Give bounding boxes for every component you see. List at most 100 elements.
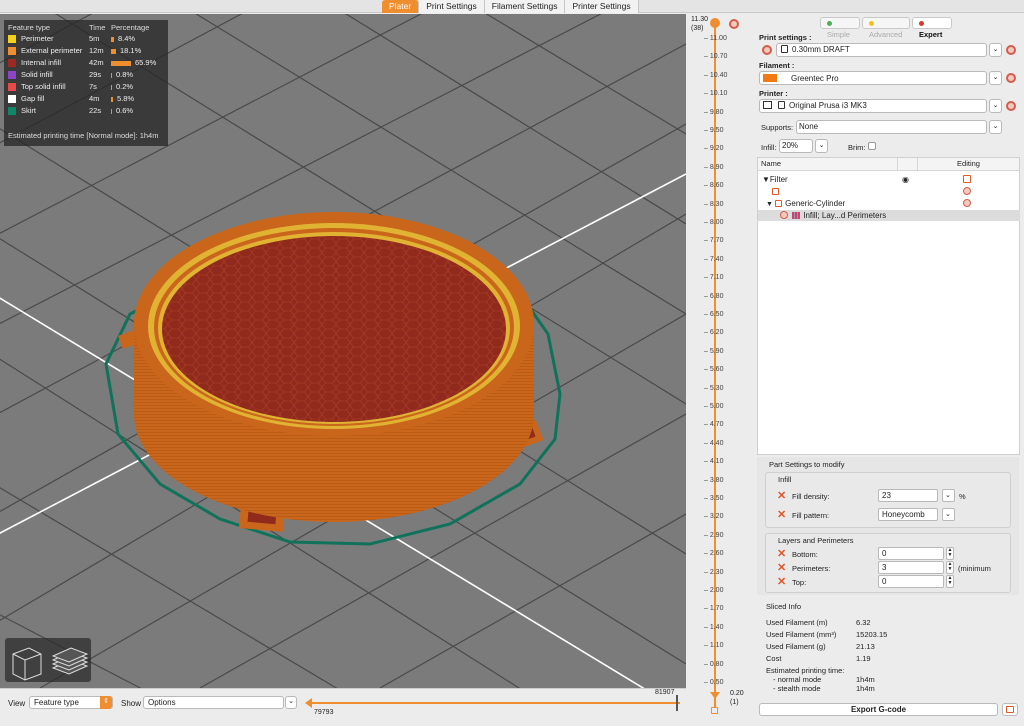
- object-row-infill-settings-label: Infill; Lay...d Perimeters: [803, 211, 887, 220]
- remove-fill-density-icon[interactable]: ✕: [777, 491, 786, 502]
- bottom-input[interactable]: 0: [878, 547, 944, 560]
- lock-icon[interactable]: [711, 707, 718, 714]
- vslider-tick: – 4.10: [704, 458, 724, 466]
- legend-feature-name: Solid infill: [21, 70, 53, 79]
- infill-value: 20%: [782, 141, 799, 150]
- chevron-down-icon: ⌄: [989, 99, 1002, 113]
- remove-bottom-icon[interactable]: ✕: [777, 549, 786, 560]
- tab-plater[interactable]: Plater: [382, 0, 420, 13]
- tab-print-settings[interactable]: Print Settings: [419, 0, 485, 13]
- show-label: Show: [121, 699, 142, 708]
- object-list-col-editing: Editing: [957, 159, 980, 168]
- object-row-infill-settings[interactable]: Infill; Lay...d Perimeters: [758, 210, 1020, 221]
- mode-advanced-button[interactable]: Advanced: [862, 17, 910, 39]
- perimeters-stepper[interactable]: ▲ ▼: [946, 561, 954, 574]
- vslider-tick: – 5.90: [704, 347, 724, 355]
- settings-gear-icon: [780, 211, 788, 219]
- slider-left-thumb[interactable]: [305, 698, 312, 708]
- bottom-stepper[interactable]: ▲ ▼: [946, 547, 954, 560]
- fill-pattern-select[interactable]: Honeycomb: [878, 508, 938, 521]
- top-input[interactable]: 0: [878, 575, 944, 588]
- vslider-tick: – 4.70: [704, 421, 724, 429]
- eye-icon[interactable]: ◉: [902, 174, 909, 185]
- supports-value: None: [799, 122, 819, 131]
- legend-swatch: [8, 83, 16, 91]
- filament-edit-icon[interactable]: [1006, 73, 1016, 83]
- tab-filament-settings[interactable]: Filament Settings: [484, 0, 566, 13]
- filament-select[interactable]: Greentec Pro ⌄: [759, 71, 1002, 85]
- top-tab-bar: Plater Print Settings Filament Settings …: [0, 0, 1024, 13]
- edit-icon[interactable]: [963, 175, 971, 183]
- printer-edit-icon[interactable]: [1006, 101, 1016, 111]
- perimeters-input[interactable]: 3: [878, 561, 944, 574]
- legend-percentage: 0.2%: [116, 82, 134, 91]
- legend-estimated-time: Estimated printing time [Normal mode]: 1…: [8, 131, 159, 140]
- fill-pattern-dropdown[interactable]: ⌄: [942, 508, 955, 521]
- infill-group-title: Infill: [778, 475, 792, 484]
- object-row-filter[interactable]: ▼Filter ◉: [758, 174, 1020, 185]
- tab-printer-settings[interactable]: Printer Settings: [565, 0, 639, 13]
- vslider-tick: – 10.10: [704, 90, 728, 98]
- 3d-viewport[interactable]: Feature type Time Percentage Perimeter 5m…: [0, 14, 686, 688]
- legend-time: 4m: [89, 94, 100, 103]
- legend-percentage-bar: [111, 84, 112, 90]
- view-select[interactable]: Feature type ⇕: [29, 696, 113, 709]
- legend-percentage: 0.6%: [116, 106, 134, 115]
- vslider-top-thumb[interactable]: [710, 18, 720, 28]
- object-row-generic-cylinder[interactable]: ▼ Generic-Cylinder: [758, 198, 1020, 209]
- remove-fill-pattern-icon[interactable]: ✕: [777, 510, 786, 521]
- legend-row: Solid infill 29s 0.8%: [8, 69, 164, 81]
- fill-density-dropdown[interactable]: ⌄: [942, 489, 955, 502]
- legend-feature-name: External perimeter: [21, 46, 83, 55]
- vslider-bottom-layer: (1): [730, 699, 739, 706]
- vslider-tick: – 1.10: [704, 642, 724, 650]
- mode-expert-button[interactable]: Expert: [912, 17, 952, 39]
- vertical-layer-slider[interactable]: 11.30 (38) – 11.00 – 10.70 – 10.40 – 10.10 –…: [686, 14, 750, 726]
- slider-right-thumb[interactable]: [676, 695, 678, 711]
- show-select[interactable]: Options ⌄: [143, 696, 297, 709]
- vslider-gear-icon[interactable]: [729, 19, 739, 29]
- legend-percentage-bar: [111, 60, 131, 66]
- infill-select[interactable]: 20% ⌄: [779, 139, 828, 153]
- print-settings-gear-icon: [762, 45, 772, 55]
- vslider-tick: – 5.60: [704, 366, 724, 374]
- supports-select[interactable]: None ⌄: [796, 120, 1002, 134]
- print-settings-select[interactable]: 0.30mm DRAFT ⌄: [776, 43, 1002, 57]
- settings-gear-icon[interactable]: [963, 187, 971, 195]
- vslider-tick: – 8.30: [704, 200, 724, 208]
- vslider-tick: – 4.40: [704, 439, 724, 447]
- printer-select[interactable]: Original Prusa i3 MK3 ⌄: [759, 99, 1002, 113]
- object-row-modifier[interactable]: [758, 186, 1020, 197]
- send-to-printer-button[interactable]: [1002, 703, 1018, 716]
- object-row-filter-label: ▼Filter: [762, 175, 788, 184]
- vslider-bottom-thumb[interactable]: [710, 692, 720, 699]
- fill-density-unit: %: [959, 492, 966, 501]
- remove-perimeters-icon[interactable]: ✕: [777, 563, 786, 574]
- legend-percentage-bar: [111, 36, 114, 42]
- fill-pattern-label: Fill pattern:: [792, 511, 830, 520]
- horizontal-slider-track[interactable]: [310, 702, 680, 704]
- filament-label: Filament :: [759, 61, 795, 70]
- export-gcode-button[interactable]: Export G-code: [759, 703, 998, 716]
- cost-value: 1.19: [856, 654, 871, 663]
- remove-top-icon[interactable]: ✕: [777, 577, 786, 588]
- print-settings-label: Print settings :: [759, 33, 812, 42]
- settings-gear-icon[interactable]: [963, 199, 971, 207]
- legend-time: 12m: [89, 46, 104, 55]
- used-filament-mm3-value: 15203.15: [856, 630, 888, 639]
- print-settings-edit-icon[interactable]: [1006, 45, 1016, 55]
- brim-checkbox[interactable]: [868, 142, 876, 150]
- perimeters-note: (minimum: [958, 564, 991, 573]
- mode-simple-button[interactable]: Simple: [820, 17, 860, 39]
- object-list[interactable]: Name Editing ▼Filter ◉ ▼ Generic-Cylinde…: [757, 157, 1020, 455]
- top-stepper[interactable]: ▲ ▼: [946, 575, 954, 588]
- vslider-tick: – 8.00: [704, 219, 724, 226]
- fill-density-input[interactable]: 23: [878, 489, 938, 502]
- supports-label: Supports:: [761, 123, 794, 132]
- vslider-tick: – 0.80: [704, 660, 724, 668]
- vslider-tick: – 5.30: [704, 384, 724, 392]
- legend-header-percentage: Percentage: [111, 23, 150, 32]
- legend-swatch: [8, 71, 16, 79]
- perimeters-label: Perimeters:: [792, 564, 831, 573]
- view-cube[interactable]: [5, 638, 91, 682]
